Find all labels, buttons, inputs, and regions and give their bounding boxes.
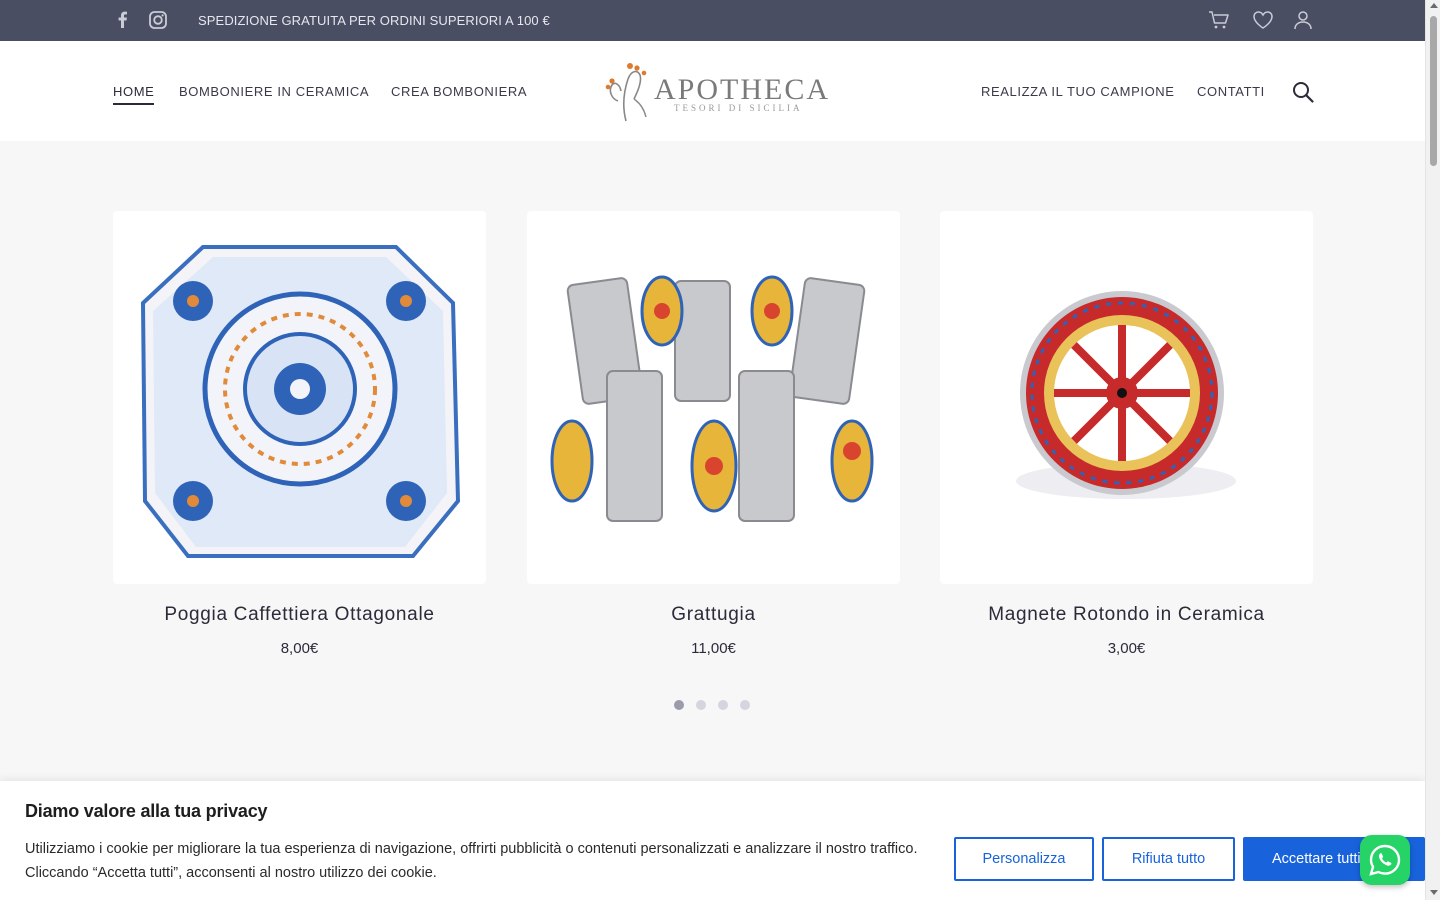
product-name[interactable]: Grattugia [527, 604, 900, 626]
top-bar: SPEDIZIONE GRATUITA PER ORDINI SUPERIORI… [0, 0, 1425, 41]
page-scrollbar[interactable] [1425, 0, 1440, 900]
site-logo[interactable]: APOTHECA TESORI DI SICILIA [604, 59, 828, 125]
nav-home[interactable]: HOME [113, 84, 155, 105]
cookie-text: Utilizziamo i cookie per migliorare la t… [25, 841, 918, 881]
product-name[interactable]: Magnete Rotondo in Ceramica [940, 604, 1313, 626]
scroll-down-arrow-icon[interactable] [1430, 890, 1438, 895]
carousel-dot-1[interactable] [674, 700, 684, 710]
nav-contatti[interactable]: CONTATTI [1197, 84, 1265, 99]
logo-brand-text: APOTHECA [654, 73, 831, 106]
customize-cookies-button[interactable]: Personalizza [954, 837, 1094, 881]
product-name[interactable]: Poggia Caffettiera Ottagonale [113, 604, 486, 626]
search-icon[interactable] [1292, 81, 1314, 108]
whatsapp-icon [1369, 844, 1401, 876]
facebook-icon[interactable] [113, 10, 133, 30]
reject-cookies-button[interactable]: Rifiuta tutto [1102, 837, 1235, 881]
cart-icon[interactable] [1208, 10, 1230, 35]
product-card[interactable]: Grattugia 11,00€ [527, 211, 900, 657]
cookie-title: Diamo valore alla tua privacy [25, 801, 268, 821]
product-price: 8,00€ [280, 640, 319, 657]
logo-tagline: TESORI DI SICILIA [674, 103, 803, 113]
nav-realizza-campione[interactable]: REALIZZA IL TUO CAMPIONE [981, 84, 1175, 99]
product-price: 3,00€ [1107, 640, 1146, 657]
scroll-up-arrow-icon[interactable] [1430, 3, 1438, 8]
product-image[interactable] [527, 211, 900, 584]
scrollbar-thumb[interactable] [1430, 16, 1437, 166]
nav-crea-bomboniera[interactable]: CREA BOMBONIERA [391, 84, 527, 99]
product-price: 11,00€ [691, 640, 736, 657]
instagram-icon[interactable] [148, 10, 168, 30]
whatsapp-chat-button[interactable] [1360, 835, 1410, 885]
product-card[interactable]: Poggia Caffettiera Ottagonale 8,00€ [113, 211, 486, 657]
product-image[interactable] [113, 211, 486, 584]
user-icon[interactable] [1293, 10, 1313, 35]
main-header: HOME BOMBONIERE IN CERAMICA CREA BOMBONI… [0, 41, 1425, 141]
carousel-dot-3[interactable] [718, 700, 728, 710]
product-card[interactable]: Magnete Rotondo in Ceramica 3,00€ [940, 211, 1313, 657]
heart-icon[interactable] [1252, 10, 1274, 35]
cactus-logo-icon [605, 63, 647, 122]
carousel-dot-2[interactable] [696, 700, 706, 710]
nav-bomboniere-in-ceramica[interactable]: BOMBONIERE IN CERAMICA [179, 84, 369, 99]
cookie-consent-banner: Diamo valore alla tua privacy Utilizziam… [0, 781, 1425, 900]
carousel-dot-4[interactable] [740, 700, 750, 710]
carousel-pagination [674, 700, 750, 710]
product-image[interactable] [940, 211, 1313, 584]
shipping-banner-text: SPEDIZIONE GRATUITA PER ORDINI SUPERIORI… [198, 13, 550, 28]
